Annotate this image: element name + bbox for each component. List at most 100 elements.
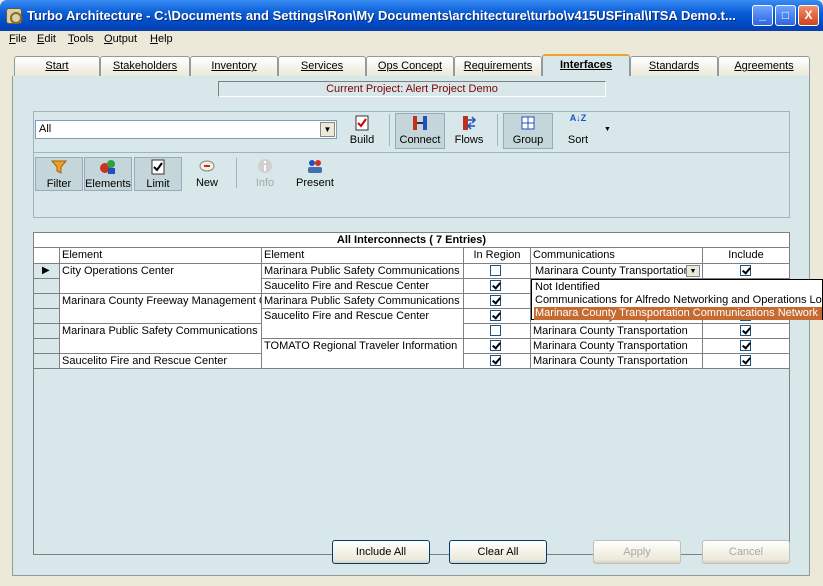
table-cell-element-1[interactable]: Saucelito Fire and Rescue Center <box>60 354 262 369</box>
tab-inventory[interactable]: Inventory <box>190 56 278 76</box>
table-cell-element-2[interactable]: Saucelito Fire and Rescue Center <box>262 279 464 294</box>
table-cell-element-2[interactable]: Saucelito Fire and Rescue Center <box>262 309 464 324</box>
filter-combo[interactable]: All ▼ <box>35 120 337 139</box>
build-icon <box>353 114 371 132</box>
tab-stakeholders[interactable]: Stakeholders <box>100 56 190 76</box>
table-cell-in-region[interactable] <box>464 264 531 279</box>
column-header-element-1[interactable]: Element <box>60 248 262 264</box>
new-icon <box>198 157 216 175</box>
menu-file[interactable]: File <box>9 33 27 45</box>
elements-button[interactable]: Elements <box>84 157 132 191</box>
table-cell-communications[interactable]: Marinara County Transportation <box>531 324 703 339</box>
table-cell-include[interactable] <box>703 324 789 339</box>
clear-all-button[interactable]: Clear All <box>449 540 547 564</box>
build-button[interactable]: Build <box>344 114 380 150</box>
menu-output[interactable]: Output <box>104 33 137 45</box>
table-cell-in-region[interactable] <box>464 309 531 324</box>
table-cell-element-2[interactable]: Marinara Public Safety Communications an… <box>262 264 464 279</box>
in-region-checkbox[interactable] <box>490 355 501 366</box>
include-checkbox[interactable] <box>740 265 751 276</box>
toolbar-separator <box>389 114 390 146</box>
row-header[interactable] <box>34 339 60 354</box>
tab-requirements[interactable]: Requirements <box>454 56 542 76</box>
tab-services[interactable]: Services <box>278 56 366 76</box>
in-region-checkbox[interactable] <box>490 295 501 306</box>
table-cell-element-2[interactable] <box>262 324 464 339</box>
apply-button[interactable]: Apply <box>593 540 681 564</box>
column-header-communications[interactable]: Communications <box>531 248 703 264</box>
include-checkbox[interactable] <box>740 340 751 351</box>
table-cell-element-1[interactable]: City Operations Center <box>60 264 262 279</box>
communications-dropdown-list[interactable]: Not Identified Communications for Alfred… <box>531 279 823 320</box>
table-cell-element-2[interactable] <box>262 354 464 369</box>
connect-button[interactable]: Connect <box>395 113 445 149</box>
table-cell-in-region[interactable] <box>464 324 531 339</box>
tab-agreements[interactable]: Agreements <box>718 56 810 76</box>
column-header-element-2[interactable]: Element <box>262 248 464 264</box>
limit-button[interactable]: Limit <box>134 157 182 191</box>
row-header[interactable] <box>34 354 60 369</box>
include-all-button[interactable]: Include All <box>332 540 430 564</box>
menu-help[interactable]: Help <box>150 33 173 45</box>
table-cell-include[interactable] <box>703 264 789 279</box>
table-cell-element-2[interactable]: TOMATO Regional Traveler Information <box>262 339 464 354</box>
tab-standards[interactable]: Standards <box>630 56 718 76</box>
in-region-checkbox[interactable] <box>490 265 501 276</box>
info-button[interactable]: Info <box>248 157 282 191</box>
in-region-checkbox[interactable] <box>490 310 501 321</box>
row-header[interactable] <box>34 309 60 324</box>
cancel-button[interactable]: Cancel <box>702 540 790 564</box>
column-header-in-region[interactable]: In Region <box>464 248 531 264</box>
row-header[interactable]: ▶ <box>34 264 60 279</box>
communications-combo[interactable]: Marinara County Transportation ▼ <box>531 264 703 279</box>
sort-button[interactable]: A↓Z Sort <box>562 114 594 150</box>
new-button[interactable]: New <box>190 157 224 191</box>
sort-dropdown-icon[interactable]: ▼ <box>604 126 611 133</box>
table-cell-communications[interactable]: Marinara County Transportation <box>531 339 703 354</box>
in-region-checkbox[interactable] <box>490 340 501 351</box>
table-cell-communications[interactable]: Marinara County Transportation <box>531 354 703 369</box>
grid-title: All Interconnects ( 7 Entries) <box>34 233 789 248</box>
chevron-down-icon[interactable]: ▼ <box>686 265 700 277</box>
table-cell-in-region[interactable] <box>464 339 531 354</box>
dropdown-option-selected[interactable]: Marinara County Transportation Communica… <box>534 307 822 320</box>
app-icon[interactable] <box>6 8 22 24</box>
chevron-down-icon[interactable]: ▼ <box>320 122 335 137</box>
table-cell-element-1[interactable] <box>60 339 262 354</box>
menu-edit[interactable]: Edit <box>37 33 56 45</box>
in-region-checkbox[interactable] <box>490 280 501 291</box>
table-cell-element-2[interactable]: Marinara Public Safety Communications an… <box>262 294 464 309</box>
tab-ops-concept[interactable]: Ops Concept <box>366 56 454 76</box>
maximize-button[interactable]: □ <box>775 5 796 26</box>
present-button[interactable]: Present <box>293 157 337 191</box>
dropdown-option[interactable]: Not Identified <box>534 281 822 294</box>
table-cell-in-region[interactable] <box>464 354 531 369</box>
table-cell-element-1[interactable]: Marinara Public Safety Communications an… <box>60 324 262 339</box>
row-header[interactable] <box>34 324 60 339</box>
tab-start[interactable]: Start <box>14 56 100 76</box>
close-button[interactable]: X <box>798 5 819 26</box>
row-header[interactable] <box>34 279 60 294</box>
menu-tools[interactable]: Tools <box>68 33 94 45</box>
table-cell-include[interactable] <box>703 339 789 354</box>
flows-button[interactable]: Flows <box>449 114 489 150</box>
table-cell-element-1[interactable] <box>60 309 262 324</box>
current-row-indicator-icon: ▶ <box>42 265 50 276</box>
minimize-button[interactable]: _ <box>752 5 773 26</box>
row-header[interactable] <box>34 294 60 309</box>
table-cell-in-region[interactable] <box>464 279 531 294</box>
include-checkbox[interactable] <box>740 355 751 366</box>
window-title: Turbo Architecture - C:\Documents and Se… <box>27 8 736 23</box>
column-header-include[interactable]: Include <box>703 248 789 264</box>
table-cell-element-1[interactable]: Marinara County Freeway Management Cent <box>60 294 262 309</box>
table-cell-element-1[interactable] <box>60 279 262 294</box>
dropdown-option[interactable]: Communications for Alfredo Networking an… <box>534 294 822 307</box>
table-cell-include[interactable] <box>703 354 789 369</box>
in-region-checkbox[interactable] <box>490 325 501 336</box>
group-button[interactable]: Group <box>503 113 553 149</box>
tab-interfaces[interactable]: Interfaces <box>542 54 630 76</box>
filter-button[interactable]: Filter <box>35 157 83 191</box>
table-cell-in-region[interactable] <box>464 294 531 309</box>
include-checkbox[interactable] <box>740 325 751 336</box>
limit-icon <box>149 158 167 176</box>
